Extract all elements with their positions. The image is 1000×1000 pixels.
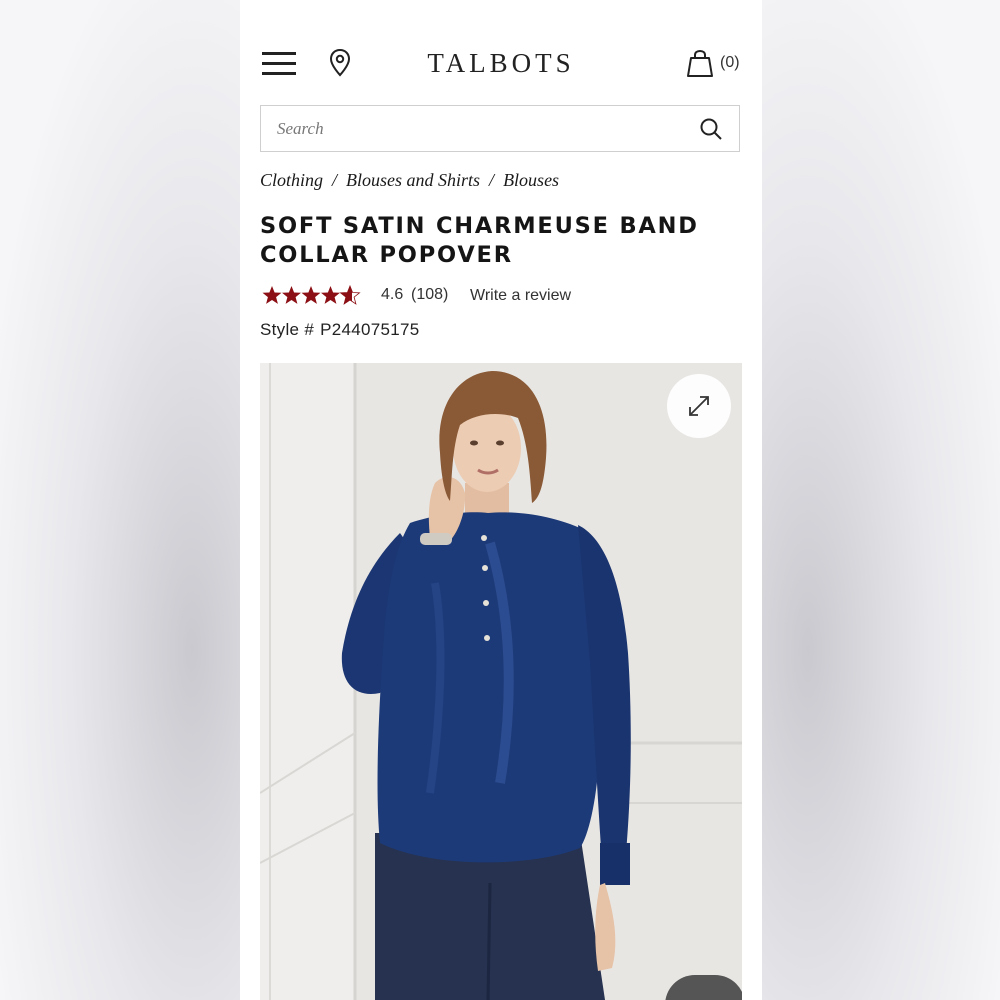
breadcrumb-clothing[interactable]: Clothing — [260, 170, 323, 190]
site-header: TALBOTS (0) — [240, 30, 762, 96]
star-icon — [282, 286, 301, 304]
rating-value: 4.6 — [381, 286, 404, 303]
background-blur-left — [0, 0, 240, 1000]
search-icon[interactable] — [699, 117, 723, 141]
shopping-bag-button[interactable] — [684, 48, 716, 80]
breadcrumb-separator: / — [489, 170, 495, 190]
breadcrumb-blouses-and-shirts[interactable]: Blouses and Shirts — [346, 170, 480, 190]
breadcrumb: Clothing / Blouses and Shirts / Blouses — [260, 170, 559, 191]
product-title: SOFT SATIN CHARMEUSE BAND COLLAR POPOVER — [260, 213, 699, 268]
search-input[interactable] — [277, 106, 677, 151]
product-rating: 4.6 (108) Write a review — [260, 283, 740, 309]
review-count[interactable]: (108) — [411, 286, 448, 304]
search-bar — [260, 105, 740, 152]
bag-item-count: (0) — [720, 54, 740, 71]
style-number-value: P244075175 — [320, 320, 420, 339]
style-number: Style # P244075175 — [260, 320, 420, 340]
star-icon — [321, 286, 340, 304]
zoom-button[interactable] — [667, 374, 731, 438]
expand-arrows-icon — [689, 396, 709, 416]
style-label: Style # — [260, 320, 315, 339]
background-blur-right — [760, 0, 1000, 1000]
star-rating[interactable] — [262, 283, 362, 307]
breadcrumb-separator: / — [332, 170, 338, 190]
star-icon — [301, 286, 321, 304]
product-photo — [260, 363, 742, 1000]
product-image[interactable] — [260, 363, 742, 1000]
star-icon — [262, 286, 282, 304]
mobile-page: TALBOTS (0) Clothing / Blouses and Shirts /… — [240, 0, 762, 1000]
shopping-bag-icon — [687, 49, 713, 77]
write-review-link[interactable]: Write a review — [470, 287, 571, 305]
star-icon — [339, 284, 361, 305]
breadcrumb-blouses[interactable]: Blouses — [503, 170, 559, 190]
